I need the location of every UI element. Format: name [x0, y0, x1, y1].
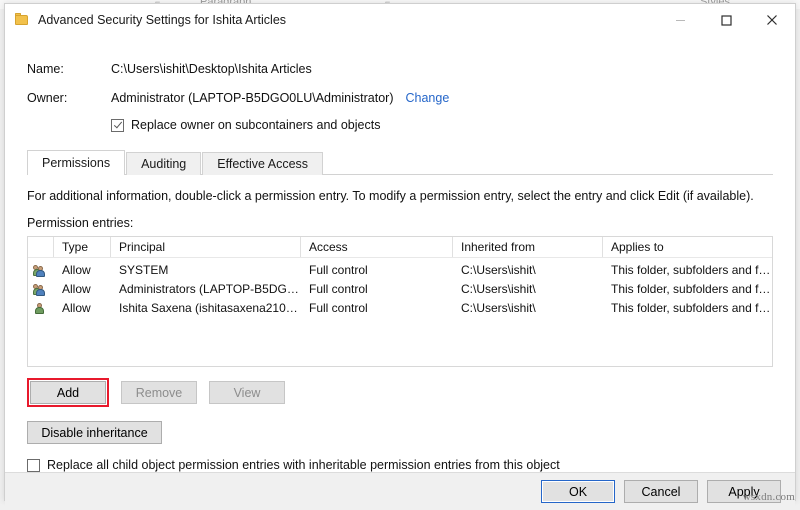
cell-access: Full control: [301, 299, 453, 318]
table-row[interactable]: Allow Ishita Saxena (ishitasaxena2109… F…: [28, 299, 772, 318]
dialog-footer: OK Cancel Apply: [5, 472, 795, 510]
cancel-button[interactable]: Cancel: [624, 480, 698, 503]
advanced-security-settings-dialog: Advanced Security Settings for Ishita Ar…: [4, 3, 796, 501]
replace-child-permissions-label: Replace all child object permission entr…: [47, 458, 560, 472]
replace-child-permissions-checkbox[interactable]: Replace all child object permission entr…: [27, 458, 773, 472]
cell-inherited-from: C:\Users\ishit\: [453, 299, 603, 318]
tab-permissions[interactable]: Permissions: [27, 150, 125, 175]
cell-type: Allow: [54, 299, 111, 318]
name-row: Name: C:\Users\ishit\Desktop\Ishita Arti…: [27, 62, 773, 76]
minimize-icon[interactable]: [657, 4, 703, 36]
cell-applies-to: This folder, subfolders and files: [603, 299, 772, 318]
table-row[interactable]: Allow Administrators (LAPTOP-B5DGO… Full…: [28, 280, 772, 299]
cell-principal: Administrators (LAPTOP-B5DGO…: [111, 280, 301, 299]
checkbox-box-icon[interactable]: [111, 119, 124, 132]
owner-row: Owner: Administrator (LAPTOP-B5DGO0LU\Ad…: [27, 91, 773, 105]
name-label: Name:: [27, 62, 111, 76]
permission-entries-list[interactable]: Type Principal Access Inherited from App…: [27, 236, 773, 367]
window-controls: [657, 4, 795, 36]
permission-list-header: Type Principal Access Inherited from App…: [28, 237, 772, 258]
dialog-body: Name: C:\Users\ishit\Desktop\Ishita Arti…: [5, 37, 795, 472]
column-header-access[interactable]: Access: [301, 237, 453, 257]
group-icon: [28, 261, 54, 280]
header-icon-spacer: [28, 237, 54, 257]
checkbox-box-icon[interactable]: [27, 459, 40, 472]
change-owner-link[interactable]: Change: [406, 91, 450, 105]
cell-type: Allow: [54, 261, 111, 280]
column-header-inherited-from[interactable]: Inherited from: [453, 237, 603, 257]
tab-effective-access[interactable]: Effective Access: [202, 152, 323, 175]
user-icon: [28, 299, 54, 318]
watermark: wsxdn.com: [743, 491, 795, 503]
owner-value: Administrator (LAPTOP-B5DGO0LU\Administr…: [111, 91, 394, 105]
title-bar: Advanced Security Settings for Ishita Ar…: [5, 4, 795, 37]
view-button: View: [209, 381, 285, 404]
cell-inherited-from: C:\Users\ishit\: [453, 261, 603, 280]
folder-icon: [14, 12, 30, 28]
add-button-highlight: Add: [27, 378, 109, 407]
disable-inheritance-button[interactable]: Disable inheritance: [27, 421, 162, 444]
tab-auditing[interactable]: Auditing: [126, 152, 201, 175]
add-button[interactable]: Add: [30, 381, 106, 404]
table-row[interactable]: Allow SYSTEM Full control C:\Users\ishit…: [28, 261, 772, 280]
inheritance-controls: Disable inheritance: [27, 421, 773, 444]
replace-owner-checkbox[interactable]: Replace owner on subcontainers and objec…: [111, 118, 773, 132]
cell-principal: SYSTEM: [111, 261, 301, 280]
cell-applies-to: This folder, subfolders and files: [603, 280, 772, 299]
name-value: C:\Users\ishit\Desktop\Ishita Articles: [111, 62, 312, 76]
column-header-principal[interactable]: Principal: [111, 237, 301, 257]
remove-button: Remove: [121, 381, 197, 404]
column-header-type[interactable]: Type: [54, 237, 111, 257]
cell-access: Full control: [301, 280, 453, 299]
cell-applies-to: This folder, subfolders and files: [603, 261, 772, 280]
cell-inherited-from: C:\Users\ishit\: [453, 280, 603, 299]
owner-label: Owner:: [27, 91, 111, 105]
maximize-icon[interactable]: [703, 4, 749, 36]
tab-strip: Permissions Auditing Effective Access: [27, 149, 773, 175]
cell-principal: Ishita Saxena (ishitasaxena2109…: [111, 299, 301, 318]
ok-button[interactable]: OK: [541, 480, 615, 503]
permission-entries-label: Permission entries:: [27, 216, 773, 230]
replace-owner-label: Replace owner on subcontainers and objec…: [131, 118, 380, 132]
column-header-applies-to[interactable]: Applies to: [603, 237, 772, 257]
group-icon: [28, 280, 54, 299]
close-icon[interactable]: [749, 4, 795, 36]
cell-type: Allow: [54, 280, 111, 299]
entry-action-buttons: Add Remove View: [27, 378, 773, 407]
window-title: Advanced Security Settings for Ishita Ar…: [38, 13, 286, 27]
cell-access: Full control: [301, 261, 453, 280]
info-text: For additional information, double-click…: [27, 189, 773, 203]
